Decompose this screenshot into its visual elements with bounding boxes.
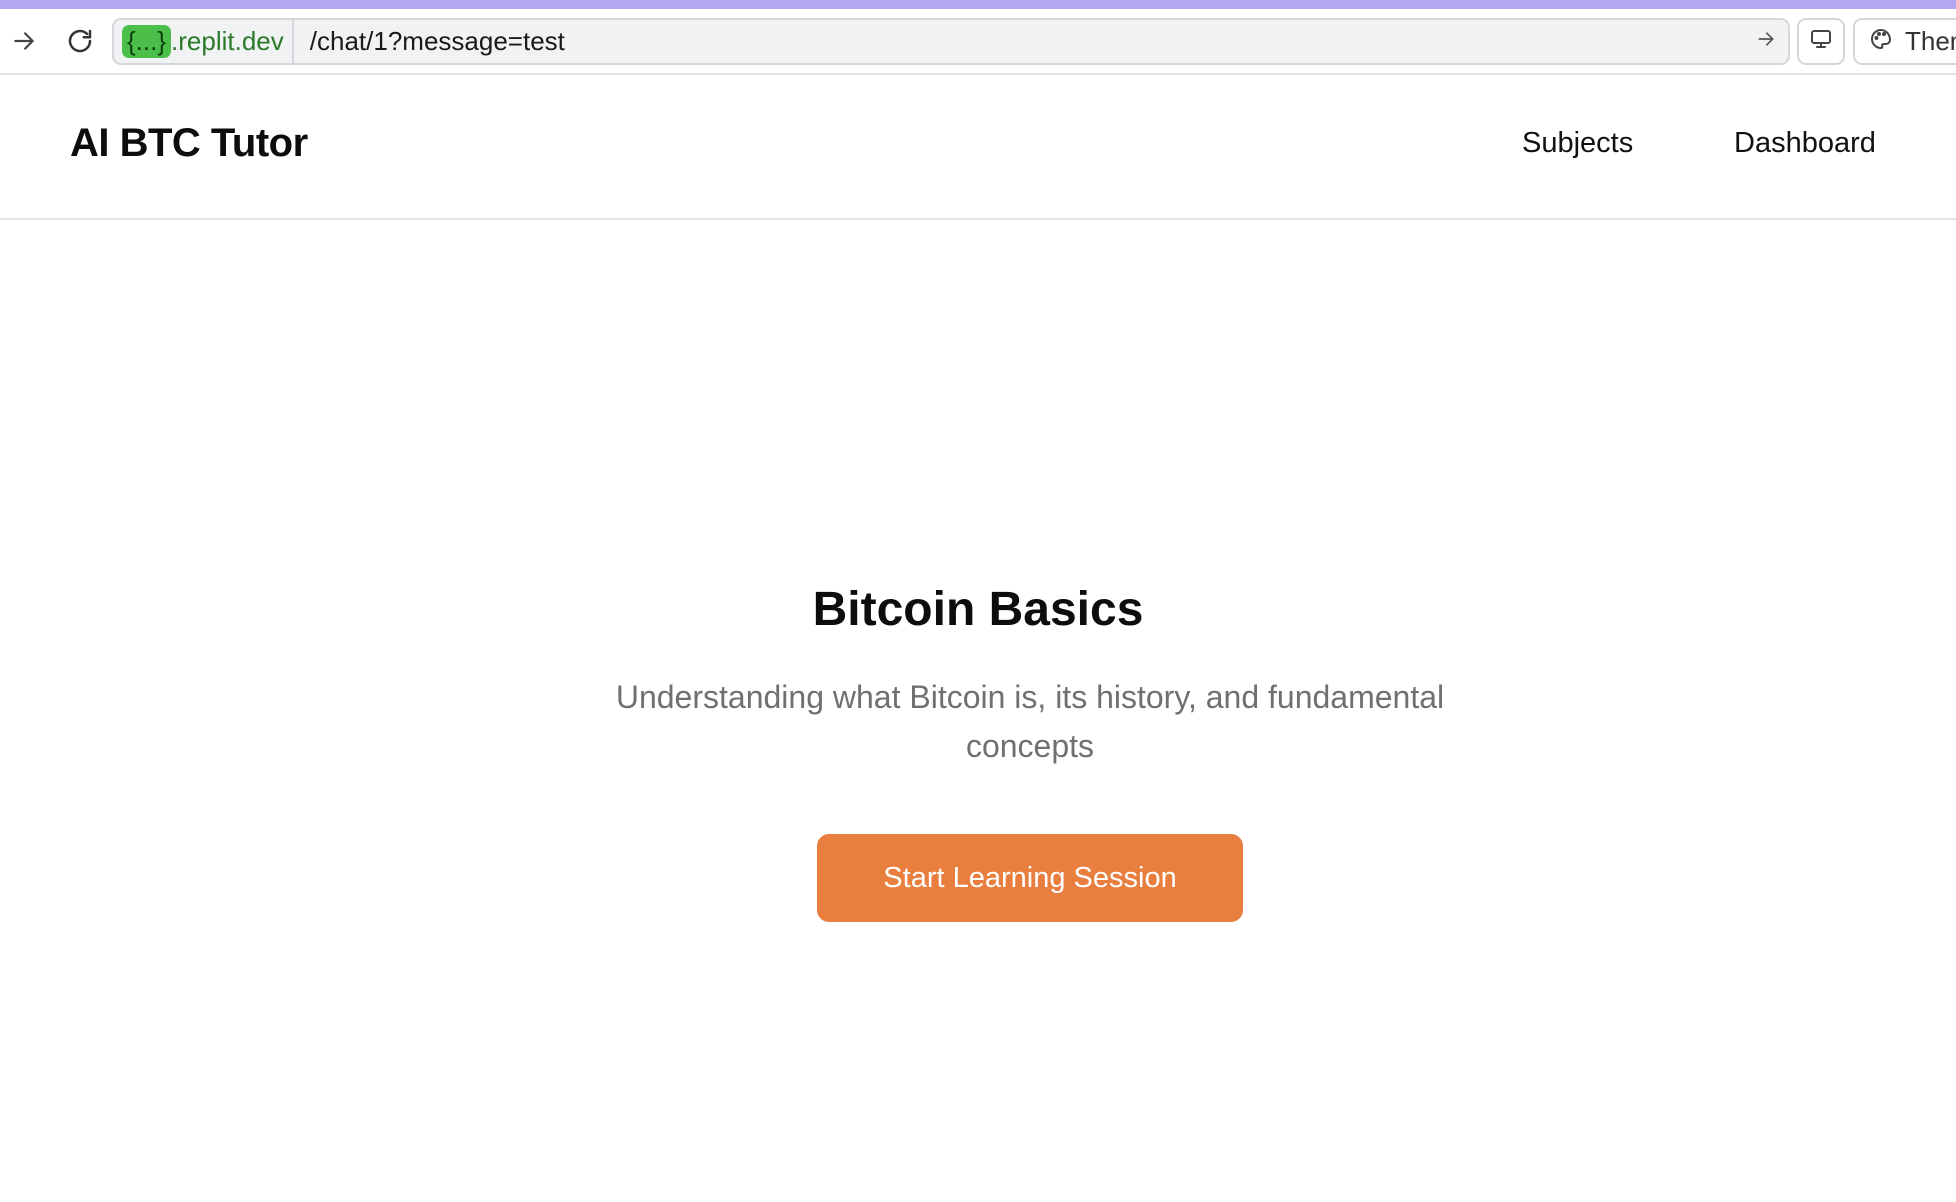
nav-dashboard-link[interactable]: Dashboard: [1734, 127, 1876, 160]
browser-toolbar: {...} .replit.dev /chat/1?message=test T…: [0, 9, 1956, 75]
site-header: AI BTC Tutor Subjects Dashboard: [0, 75, 1956, 220]
url-path[interactable]: /chat/1?message=test: [294, 26, 1744, 57]
arrow-right-icon: [11, 28, 37, 54]
page-title: Bitcoin Basics: [812, 583, 1144, 636]
address-bar[interactable]: {...} .replit.dev /chat/1?message=test: [112, 18, 1790, 65]
browser-accent-bar: [0, 0, 1956, 9]
monitor-icon: [1809, 27, 1833, 56]
reload-button[interactable]: [60, 21, 100, 61]
arrow-right-icon: [1756, 29, 1776, 54]
device-preview-button[interactable]: [1797, 18, 1845, 65]
brand-logo[interactable]: AI BTC Tutor: [70, 121, 308, 166]
hero-section: Bitcoin Basics Understanding what Bitcoi…: [0, 220, 1956, 1202]
nav-subjects-link[interactable]: Subjects: [1522, 127, 1633, 160]
page-description: Understanding what Bitcoin is, its histo…: [615, 679, 1445, 764]
host-text: .replit.dev: [171, 26, 284, 56]
go-button[interactable]: [1744, 20, 1788, 63]
palette-icon: [1869, 27, 1893, 56]
forward-button[interactable]: [4, 21, 44, 61]
reload-icon: [65, 26, 95, 56]
start-learning-button[interactable]: Start Learning Session: [817, 834, 1243, 922]
host-chip: {...}: [122, 25, 172, 58]
url-host: {...} .replit.dev: [114, 20, 294, 63]
theme-button[interactable]: Them: [1853, 18, 1956, 65]
theme-label: Them: [1905, 26, 1956, 56]
